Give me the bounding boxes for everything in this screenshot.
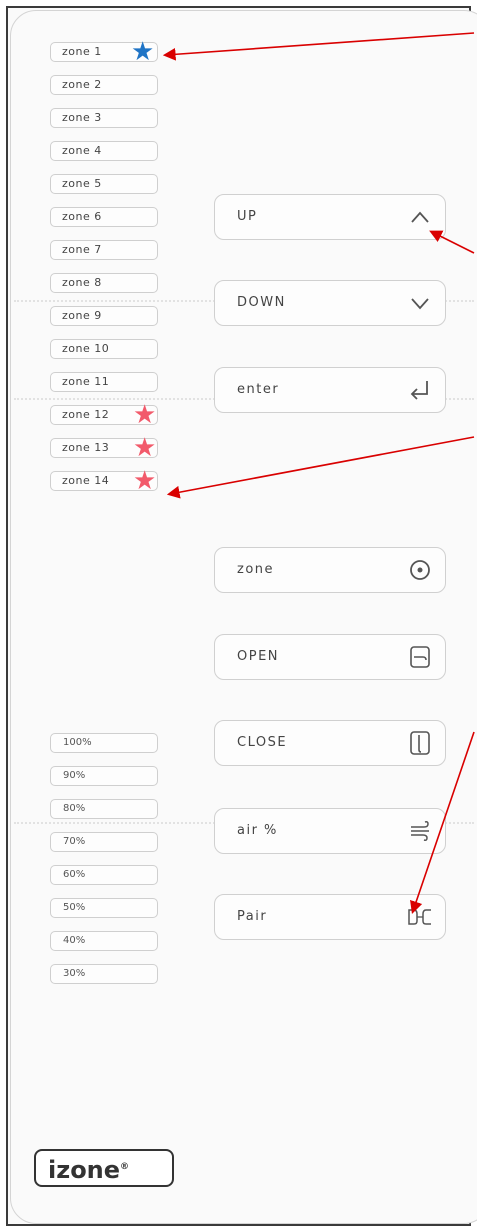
arrow-to-zone-1	[162, 32, 475, 61]
logo-text: izone	[48, 1156, 121, 1184]
arrow-to-up-button	[429, 230, 475, 254]
izone-logo: izone®	[34, 1149, 174, 1187]
arrow-to-zone-13	[166, 436, 475, 499]
arrow-to-pair-button	[410, 731, 475, 915]
registered-mark: ®	[120, 1162, 130, 1172]
annotation-arrows	[162, 32, 475, 915]
